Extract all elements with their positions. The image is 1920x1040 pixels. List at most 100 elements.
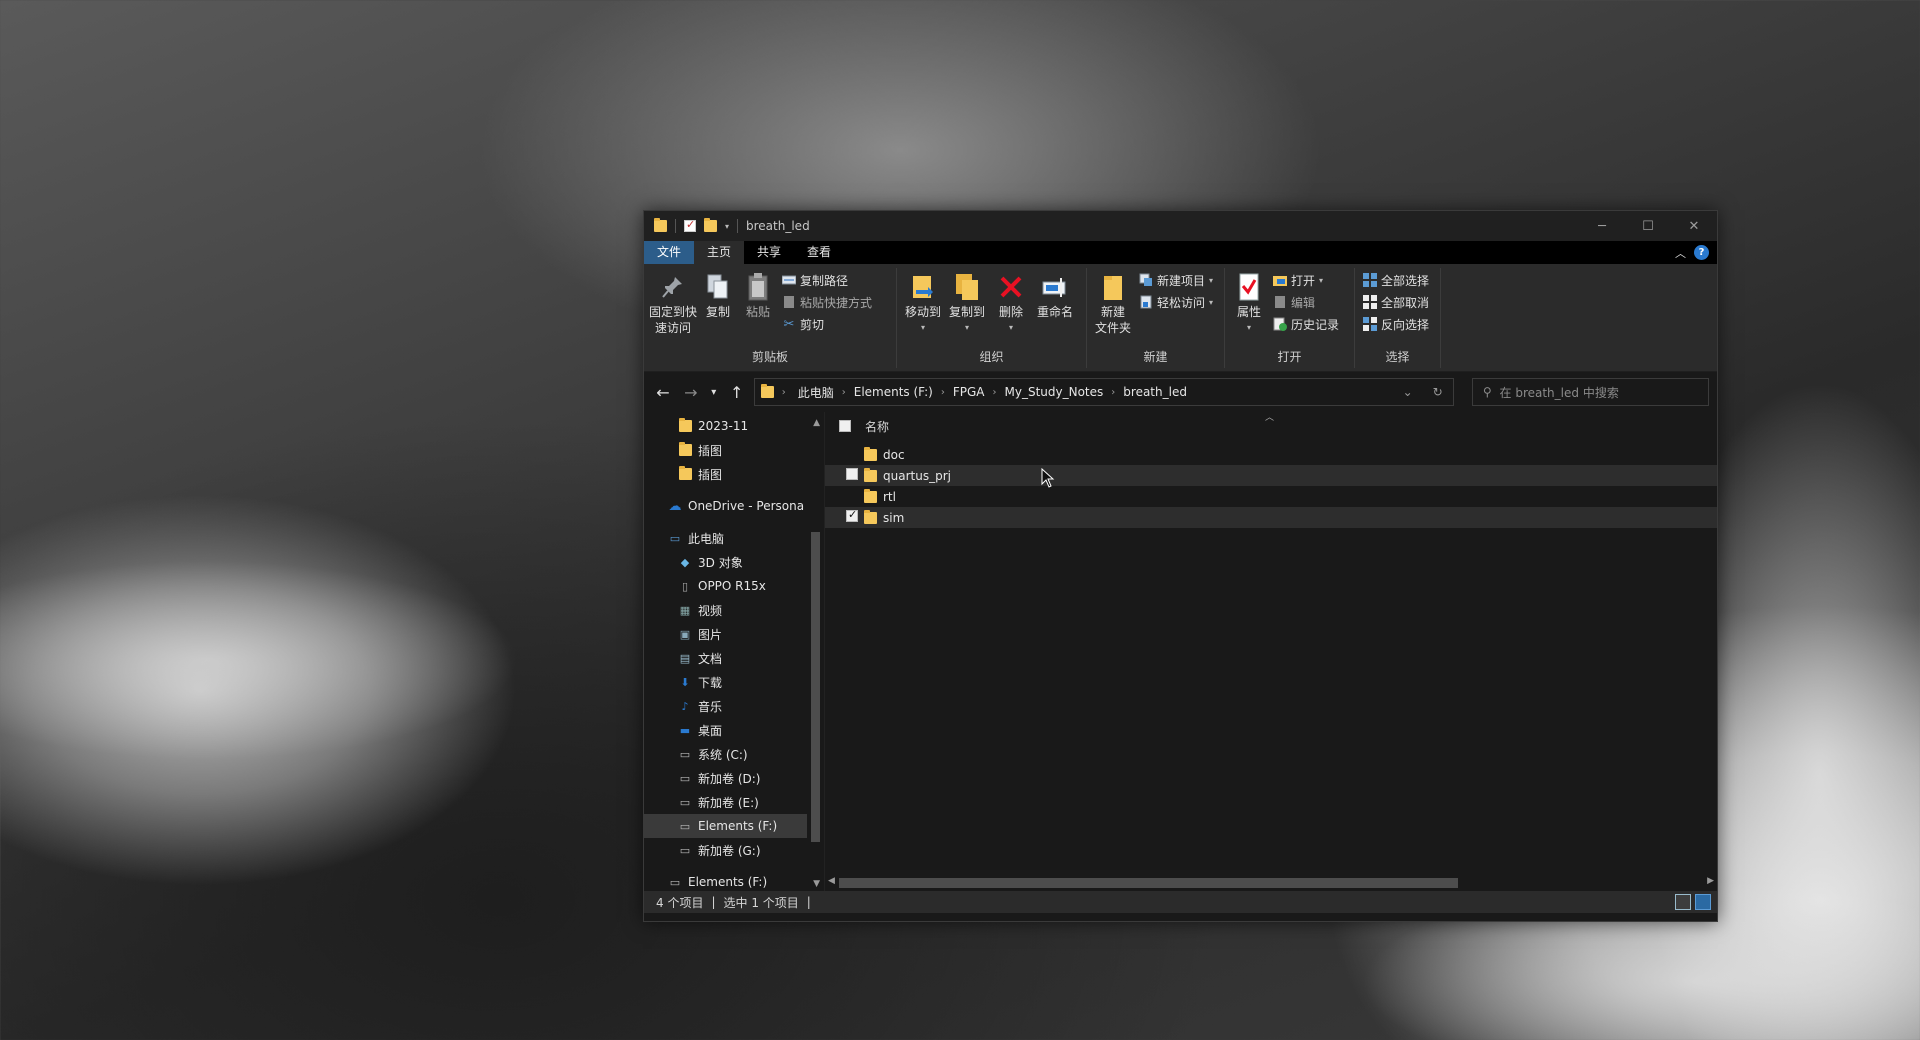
new-item-button[interactable]: 新建项目 ▾ (1139, 270, 1213, 290)
search-input[interactable]: ⚲ 在 breath_led 中搜索 (1471, 378, 1709, 406)
nav-item-label: 新加卷 (D:) (698, 771, 761, 786)
search-placeholder: 在 breath_led 中搜索 (1499, 385, 1619, 400)
forward-arrow-icon[interactable]: → (680, 383, 702, 402)
close-button[interactable]: ✕ (1671, 211, 1717, 241)
nav-item-label: Elements (F:) (698, 819, 778, 833)
folder-icon (760, 384, 774, 398)
nav-item[interactable]: ⬇ 下载 (644, 670, 824, 694)
group-label-open: 打开 (1277, 350, 1302, 364)
nav-item[interactable]: ▦ 视频 (644, 598, 824, 622)
phone-icon: ▯ (681, 579, 689, 593)
tab-share[interactable]: 共享 (744, 241, 794, 264)
row-checkbox[interactable] (846, 468, 858, 480)
selected-count: 选中 1 个项目 (723, 895, 799, 910)
select-all-button[interactable]: 全部选择 (1363, 270, 1429, 290)
file-row[interactable]: doc (825, 444, 1717, 465)
nav-item[interactable]: 插图 (644, 438, 824, 462)
nav-item[interactable]: ▤ 文档 (644, 646, 824, 670)
paste-shortcut-button[interactable]: 粘贴快捷方式 (782, 292, 872, 312)
breadcrumb-my-study-notes[interactable]: My_Study_Notes (997, 385, 1112, 399)
invert-selection-button[interactable]: 反向选择 (1363, 314, 1429, 334)
file-row[interactable]: sim (825, 507, 1717, 528)
horizontal-scroll-thumb[interactable] (839, 878, 1458, 888)
nav-item[interactable]: 插图 (644, 462, 824, 486)
breadcrumb-breath-led[interactable]: breath_led (1115, 385, 1195, 399)
back-arrow-icon[interactable]: ← (652, 383, 674, 402)
nav-item[interactable]: ♪ 音乐 (644, 694, 824, 718)
nav-item[interactable]: ▭ 新加卷 (D:) (644, 766, 824, 790)
properties-icon[interactable] (684, 218, 696, 232)
file-name: quartus_prj (883, 468, 951, 483)
row-checkbox[interactable] (846, 508, 858, 522)
collapse-ribbon-icon[interactable]: ︿ (1675, 245, 1686, 261)
address-dropdown-icon[interactable]: ⌄ (1403, 385, 1413, 399)
easy-access-button[interactable]: 轻松访问 ▾ (1139, 292, 1213, 312)
title-bar[interactable]: ▾ breath_led ─ ☐ ✕ (644, 211, 1717, 241)
nav-item[interactable]: ▬ 桌面 (644, 718, 824, 742)
new-folder-icon[interactable] (704, 218, 717, 232)
nav-item-label: 图片 (698, 627, 723, 642)
file-explorer-window: ▾ breath_led ─ ☐ ✕ 文件 主页 共享 查看 ︿ ? 固定到快 (643, 210, 1718, 922)
large-icons-view-icon[interactable] (1695, 894, 1711, 910)
nav-item[interactable]: ▭ 新加卷 (E:) (644, 790, 824, 814)
nav-item-label: 下载 (698, 675, 723, 690)
scroll-right-icon[interactable]: ▶ (1707, 876, 1714, 886)
scroll-left-icon[interactable]: ◀ (828, 876, 835, 886)
nav-item-label: 新加卷 (E:) (698, 795, 759, 810)
ribbon-tabs: 文件 主页 共享 查看 ︿ ? (644, 241, 1717, 264)
nav-item[interactable]: ▭ 系统 (C:) (644, 742, 824, 766)
breadcrumb-elements-f[interactable]: Elements (F:) (846, 385, 941, 399)
nav-item[interactable]: ☁ OneDrive - Persona (644, 494, 824, 518)
group-label-select: 选择 (1385, 350, 1410, 364)
customize-dropdown-icon[interactable]: ▾ (725, 222, 729, 231)
select-none-button[interactable]: 全部取消 (1363, 292, 1429, 312)
drive-icon: ▭ (679, 795, 691, 809)
maximize-button[interactable]: ☐ (1625, 211, 1671, 241)
open-button[interactable]: 打开 ▾ (1273, 270, 1339, 290)
column-name[interactable]: 名称 (865, 418, 889, 435)
minimize-button[interactable]: ─ (1579, 211, 1625, 241)
tab-view[interactable]: 查看 (794, 241, 844, 264)
recent-locations-icon[interactable]: ▾ (708, 387, 720, 398)
paste-icon (744, 272, 772, 302)
refresh-icon[interactable]: ↻ (1433, 385, 1443, 399)
drive-icon: ▭ (669, 875, 681, 889)
file-row[interactable]: quartus_prj (825, 465, 1717, 486)
new-folder-icon (1099, 272, 1127, 302)
breadcrumb[interactable]: › 此电脑 › Elements (F:) › FPGA › My_Study_… (753, 378, 1454, 406)
scroll-down-icon[interactable]: ▼ (813, 879, 820, 889)
nav-item[interactable]: ▯ OPPO R15x (644, 574, 824, 598)
up-arrow-icon[interactable]: ↑ (726, 383, 748, 402)
file-row[interactable]: rtl (825, 486, 1717, 507)
breadcrumb-this-pc[interactable]: 此电脑 (790, 384, 842, 401)
nav-item[interactable]: ◆ 3D 对象 (644, 550, 824, 574)
nav-item[interactable]: ▭ Elements (F:) (644, 814, 824, 838)
nav-item[interactable]: ▭ 此电脑 (644, 526, 824, 550)
horizontal-scrollbar[interactable]: ◀ ▶ (825, 874, 1717, 891)
history-button[interactable]: 历史记录 (1273, 314, 1339, 334)
nav-scroll-thumb[interactable] (811, 532, 820, 842)
navigation-pane[interactable]: 2023-11 插图 插图 ☁ OneDrive - Persona ▭ 此电脑 ◆ 3D 对象… (644, 412, 824, 891)
scroll-up-icon[interactable]: ▲ (813, 418, 820, 428)
nav-item[interactable]: ▣ 图片 (644, 622, 824, 646)
breadcrumb-fpga[interactable]: FPGA (945, 385, 993, 399)
easy-access-icon (1139, 295, 1153, 309)
cut-button[interactable]: ✂ 剪切 (782, 314, 872, 334)
open-folder-icon (1273, 273, 1287, 287)
edit-button[interactable]: 编辑 (1273, 292, 1339, 312)
help-icon[interactable]: ? (1694, 245, 1709, 260)
nav-item[interactable]: ▭ Elements (F:) (644, 870, 824, 894)
folder-icon (678, 466, 692, 481)
nav-item[interactable]: 2023-11 (644, 414, 824, 438)
group-label-clipboard: 剪贴板 (751, 350, 788, 364)
tab-file[interactable]: 文件 (644, 241, 695, 264)
details-view-icon[interactable] (1675, 894, 1691, 910)
search-icon: ⚲ (1482, 385, 1492, 399)
tab-home[interactable]: 主页 (694, 241, 745, 264)
window-title: breath_led (746, 219, 810, 233)
file-list[interactable]: ︿ 名称 doc quartus_prjrtl sim ◀ ▶ (824, 412, 1717, 891)
select-all-checkbox[interactable] (839, 420, 851, 432)
nav-scrollbar[interactable]: ▲ ▼ (807, 412, 824, 891)
nav-item[interactable]: ▭ 新加卷 (G:) (644, 838, 824, 862)
copy-path-button[interactable]: 复制路径 (782, 270, 872, 290)
